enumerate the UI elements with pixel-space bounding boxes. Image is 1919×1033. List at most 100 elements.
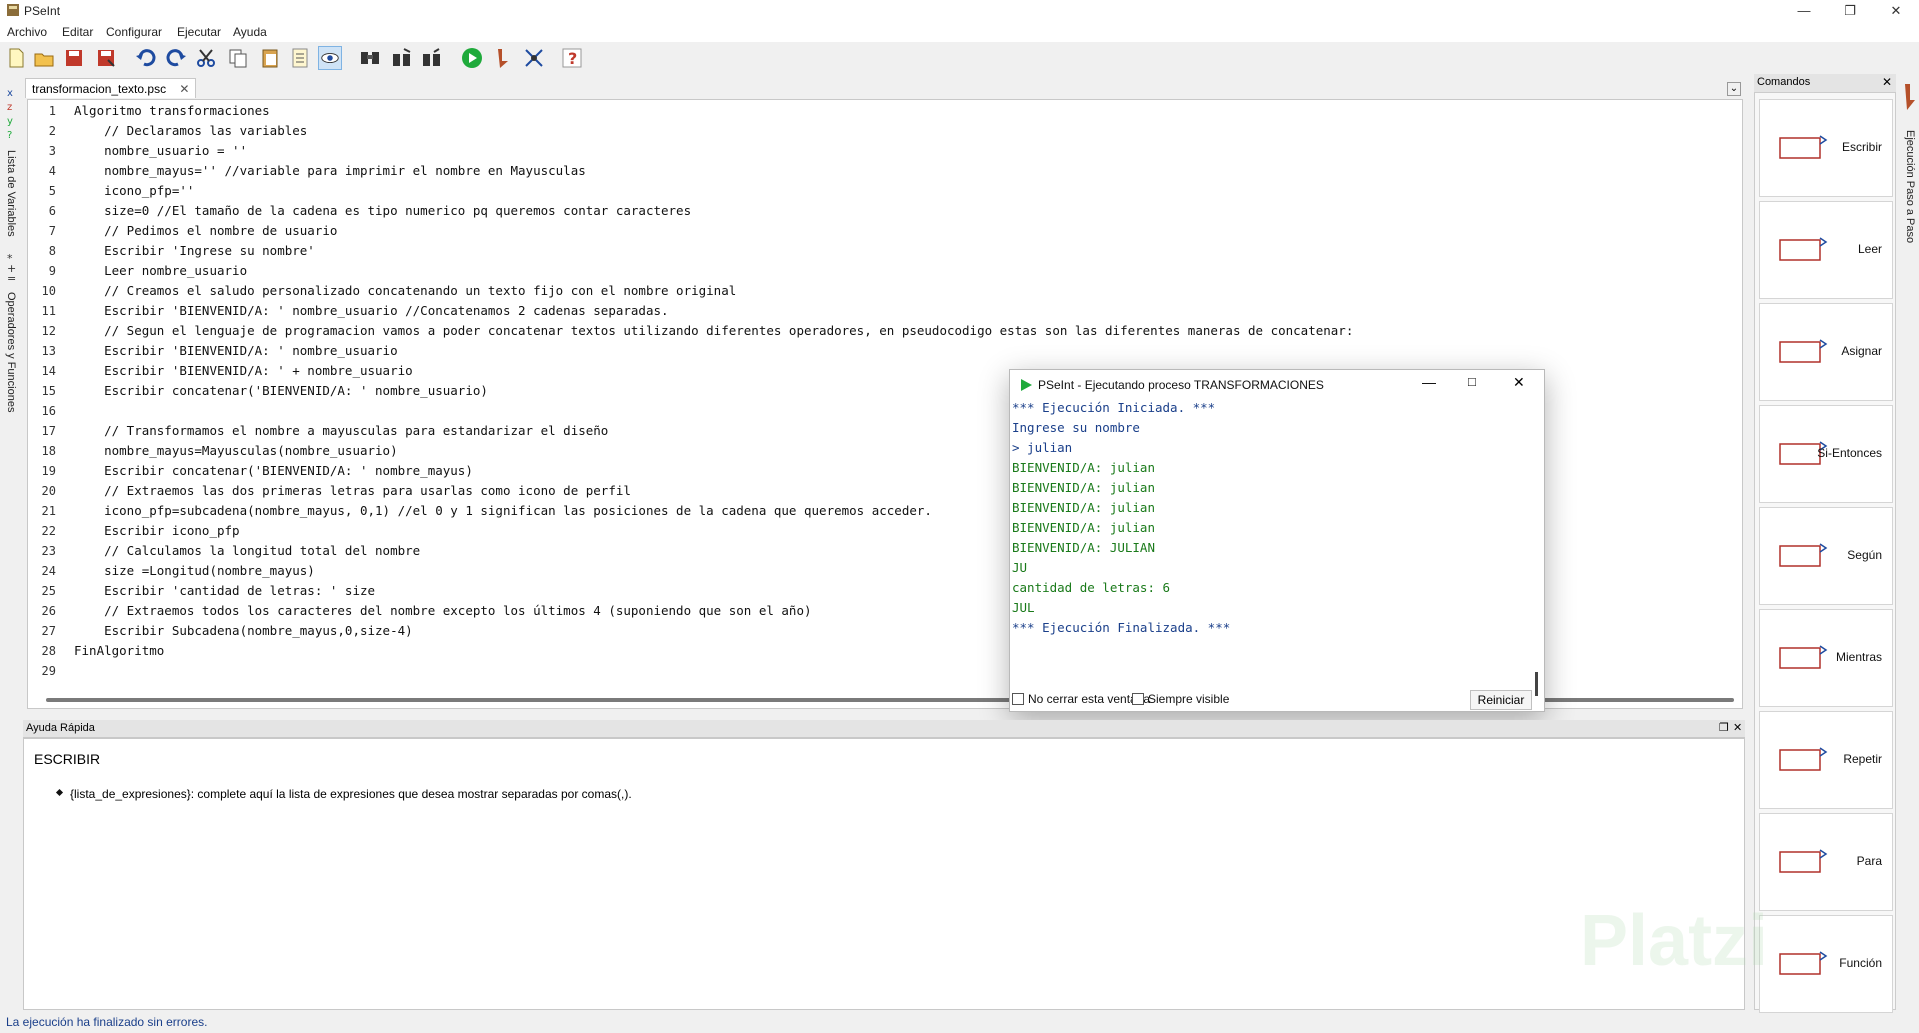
help-panel: ESCRIBIR {lista_de_expresiones}: complet…: [23, 738, 1745, 1010]
svg-text:z: z: [7, 102, 12, 113]
new-file-icon[interactable]: [4, 46, 28, 70]
dialog-maximize-button[interactable]: □: [1468, 374, 1476, 389]
code-line[interactable]: Escribir 'cantidad de letras: ' size: [74, 583, 375, 598]
command-for[interactable]: Para: [1759, 813, 1893, 911]
command-switch[interactable]: Según: [1759, 507, 1893, 605]
code-line[interactable]: nombre_mayus='' //variable para imprimir…: [74, 163, 586, 178]
svg-text:?: ?: [7, 130, 12, 141]
watermark: Platzi: [1580, 901, 1769, 981]
paste-icon[interactable]: [258, 46, 282, 70]
code-line[interactable]: nombre_usuario = '': [74, 143, 247, 158]
code-line[interactable]: // Calculamos la longitud total del nomb…: [74, 543, 420, 558]
code-line[interactable]: // Segun el lenguaje de programacion vam…: [74, 323, 1353, 338]
code-line[interactable]: icono_pfp='': [74, 183, 194, 198]
command-function[interactable]: Función: [1759, 915, 1893, 1013]
menu-archivo[interactable]: Archivo: [7, 25, 47, 39]
commands-panel: Escribir Leer Asignar Si-Entonces Según Mient…: [1754, 92, 1896, 1013]
dialog-minimize-button[interactable]: —: [1422, 374, 1436, 390]
code-line[interactable]: Leer nombre_usuario: [74, 263, 247, 278]
step-icon[interactable]: [490, 46, 514, 70]
code-line[interactable]: Algoritmo transformaciones: [74, 103, 270, 118]
app-icon: [7, 4, 19, 16]
output-line: BIENVENID/A: julian: [1012, 460, 1155, 475]
code-line[interactable]: // Extraemos las dos primeras letras par…: [74, 483, 631, 498]
cut-icon[interactable]: [194, 46, 218, 70]
comment-icon[interactable]: [420, 46, 444, 70]
undo-icon[interactable]: [134, 46, 158, 70]
step-by-step-tab[interactable]: Ejecución Paso a Paso: [1904, 130, 1916, 243]
search-icon[interactable]: [358, 46, 382, 70]
help-close-icon[interactable]: ✕: [1733, 721, 1742, 734]
code-line[interactable]: icono_pfp=subcadena(nombre_mayus, 0,1) /…: [74, 503, 932, 518]
dialog-close-button[interactable]: ✕: [1513, 374, 1525, 391]
variables-tab[interactable]: Lista de Variables: [5, 150, 17, 237]
restore-button[interactable]: ❐: [1827, 0, 1873, 22]
list-icon[interactable]: [288, 46, 312, 70]
help-icon[interactable]: ?: [560, 46, 584, 70]
tab-close-icon[interactable]: ✕: [179, 82, 189, 96]
output-line: cantidad de letras: 6: [1012, 580, 1171, 595]
command-label: Escribir: [1841, 140, 1882, 154]
debug-icon[interactable]: [522, 46, 546, 70]
code-line[interactable]: Escribir 'BIENVENID/A: ' + nombre_usuari…: [74, 363, 413, 378]
operators-icon[interactable]: *+=: [4, 250, 18, 284]
code-line[interactable]: size =Longitud(nombre_mayus): [74, 563, 315, 578]
command-label: Para: [1856, 854, 1882, 868]
code-line[interactable]: // Extraemos todos los caracteres del no…: [74, 603, 811, 618]
code-line[interactable]: // Pedimos el nombre de usuario: [74, 223, 337, 238]
command-while[interactable]: Mientras: [1759, 609, 1893, 707]
code-line[interactable]: Escribir concatenar('BIENVENID/A: ' nomb…: [74, 383, 488, 398]
menu-editar[interactable]: Editar: [62, 25, 93, 39]
variables-icon[interactable]: xzy?: [5, 84, 19, 142]
replace-icon[interactable]: [390, 46, 414, 70]
code-line[interactable]: // Declaramos las variables: [74, 123, 307, 138]
code-line[interactable]: size=0 //El tamaño de la cadena es tipo …: [74, 203, 691, 218]
open-folder-icon[interactable]: [32, 46, 56, 70]
code-line[interactable]: Escribir 'BIENVENID/A: ' nombre_usuario: [74, 343, 398, 358]
commands-close-icon[interactable]: ✕: [1882, 75, 1892, 89]
code-line[interactable]: Escribir Subcadena(nombre_mayus,0,size-4…: [74, 623, 413, 638]
menu-ayuda[interactable]: Ayuda: [233, 25, 267, 39]
commands-header: Comandos ✕: [1754, 74, 1896, 92]
help-float-icon[interactable]: ❐: [1719, 721, 1729, 734]
code-line[interactable]: FinAlgoritmo: [74, 643, 164, 658]
tab-label: transformacion_texto.psc: [32, 82, 167, 96]
close-button[interactable]: ✕: [1873, 0, 1919, 22]
chevron-down-icon[interactable]: ⌄: [1727, 82, 1741, 96]
view-icon[interactable]: [318, 46, 342, 70]
for-icon: [1779, 849, 1828, 873]
command-repeat[interactable]: Repetir: [1759, 711, 1893, 809]
menu-configurar[interactable]: Configurar: [106, 25, 162, 39]
run-icon[interactable]: [460, 46, 484, 70]
command-assign[interactable]: Asignar: [1759, 303, 1893, 401]
menu-ejecutar[interactable]: Ejecutar: [177, 25, 221, 39]
always-visible-checkbox[interactable]: Siempre visible: [1132, 692, 1229, 706]
redo-icon[interactable]: [164, 46, 188, 70]
code-line[interactable]: Escribir 'Ingrese su nombre': [74, 243, 315, 258]
code-line[interactable]: // Transformamos el nombre a mayusculas …: [74, 423, 608, 438]
minimize-button[interactable]: —: [1781, 0, 1827, 22]
save-icon[interactable]: [62, 46, 86, 70]
dialog-scrollbar[interactable]: [1535, 672, 1538, 696]
command-read[interactable]: Leer: [1759, 201, 1893, 299]
code-line[interactable]: Escribir 'BIENVENID/A: ' nombre_usuario …: [74, 303, 668, 318]
no-close-checkbox[interactable]: No cerrar esta ventana: [1012, 692, 1150, 706]
tab-file[interactable]: transformacion_texto.psc ✕: [25, 78, 197, 98]
svg-text:?: ?: [568, 49, 577, 68]
help-bullet-text: {lista_de_expresiones}: complete aquí la…: [70, 787, 632, 801]
code-line[interactable]: Escribir icono_pfp: [74, 523, 239, 538]
copy-icon[interactable]: [226, 46, 250, 70]
execution-output[interactable]: *** Ejecución Iniciada. *** Ingrese su no…: [1012, 400, 1530, 680]
code-line[interactable]: nombre_mayus=Mayusculas(nombre_usuario): [74, 443, 398, 458]
command-if-then[interactable]: Si-Entonces: [1759, 405, 1893, 503]
read-icon: [1779, 237, 1828, 261]
save-as-icon[interactable]: [94, 46, 118, 70]
help-header-label: Ayuda Rápida: [26, 722, 95, 734]
help-title: ESCRIBIR: [34, 751, 101, 767]
code-line[interactable]: Escribir concatenar('BIENVENID/A: ' nomb…: [74, 463, 473, 478]
restart-button[interactable]: Reiniciar: [1470, 690, 1532, 710]
operators-tab[interactable]: Operadores y Funciones: [5, 292, 17, 412]
code-line[interactable]: // Creamos el saludo personalizado conca…: [74, 283, 736, 298]
command-write[interactable]: Escribir: [1759, 99, 1893, 197]
step-by-step-icon[interactable]: [1901, 82, 1917, 118]
